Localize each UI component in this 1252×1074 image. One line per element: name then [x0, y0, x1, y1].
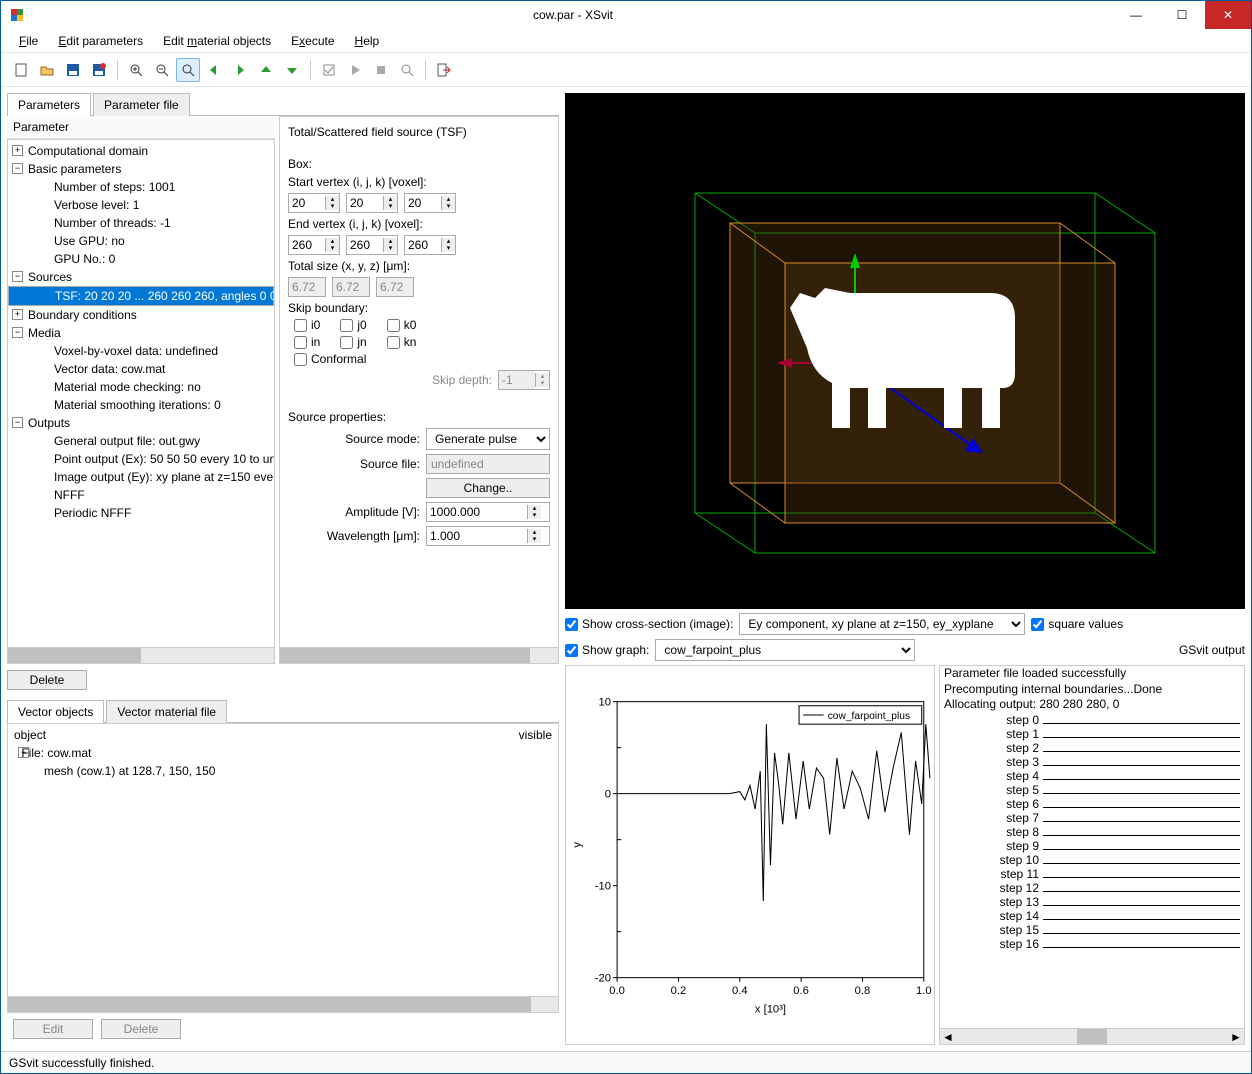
window-title: cow.par - XSvit [33, 8, 1113, 22]
new-icon[interactable] [9, 58, 33, 82]
save-icon[interactable] [61, 58, 85, 82]
svg-text:0.4: 0.4 [732, 985, 748, 997]
tree-hscroll[interactable] [8, 647, 274, 663]
end-i-input[interactable]: ▴▾ [288, 235, 340, 255]
svg-text:0: 0 [605, 789, 611, 801]
tab-parameter-file[interactable]: Parameter file [93, 93, 190, 116]
start-k-input[interactable]: ▴▾ [404, 193, 456, 213]
graph-xlabel: x [10³] [755, 1003, 786, 1015]
source-file-display [426, 454, 550, 474]
start-i-input[interactable]: ▴▾ [288, 193, 340, 213]
check-icon[interactable] [317, 58, 341, 82]
source-mode-select[interactable]: Generate pulse [426, 428, 550, 450]
show-cross-section-checkbox[interactable]: Show cross-section (image): [565, 617, 733, 631]
minimize-button[interactable]: — [1113, 1, 1159, 29]
obj-hscroll[interactable] [8, 996, 558, 1012]
parameter-tree[interactable]: +Computational domain −Basic parameters … [8, 140, 274, 647]
toolbar [1, 53, 1251, 87]
statusbar: GSvit successfully finished. [1, 1051, 1251, 1073]
menu-file[interactable]: File [9, 32, 48, 50]
svg-text:0.0: 0.0 [609, 985, 625, 997]
stop-icon[interactable] [369, 58, 393, 82]
edit-object-button[interactable]: Edit [13, 1019, 93, 1039]
detail-title: Total/Scattered field source (TSF) [288, 125, 550, 139]
tree-item-tsf[interactable]: TSF: 20 20 20 ... 260 260 260, angles 0 … [8, 286, 274, 306]
menubar: File Edit parameters Edit material objec… [1, 29, 1251, 53]
skip-i0-checkbox[interactable]: i0 [294, 318, 320, 332]
detail-panel: Total/Scattered field source (TSF) Box: … [279, 116, 559, 664]
nav-left-icon[interactable] [202, 58, 226, 82]
skip-depth-input: ▴▾ [498, 370, 550, 390]
amplitude-input[interactable]: ▴▾ [426, 502, 550, 522]
skip-kn-checkbox[interactable]: kn [387, 335, 417, 349]
change-button[interactable]: Change.. [426, 478, 550, 498]
total-y-display [332, 277, 370, 297]
svg-text:0.6: 0.6 [793, 985, 809, 997]
save-as-icon[interactable] [87, 58, 111, 82]
output-title: GSvit output [1179, 643, 1245, 657]
svg-text:0.8: 0.8 [855, 985, 871, 997]
cross-section-select[interactable]: Ey component, xy plane at z=150, ey_xypl… [739, 613, 1025, 635]
close-button[interactable]: ✕ [1205, 1, 1251, 29]
svg-text:-10: -10 [595, 881, 611, 893]
delete-button[interactable]: Delete [7, 670, 87, 690]
zoom-in-icon[interactable] [124, 58, 148, 82]
zoom-fit-icon[interactable] [176, 58, 200, 82]
detail-hscroll[interactable] [280, 647, 558, 663]
maximize-button[interactable]: ☐ [1159, 1, 1205, 29]
square-values-checkbox[interactable]: square values [1031, 617, 1123, 631]
menu-execute[interactable]: Execute [281, 32, 344, 50]
menu-edit-parameters[interactable]: Edit parameters [48, 32, 153, 50]
graph-panel: 10 0 -10 -20 0.0 0.2 0.4 0.6 0.8 1.0 [565, 665, 935, 1045]
output-hscroll[interactable]: ◄► [940, 1028, 1244, 1044]
svg-text:0.2: 0.2 [671, 985, 687, 997]
search-icon[interactable] [395, 58, 419, 82]
skip-jn-checkbox[interactable]: jn [340, 335, 366, 349]
graph-select[interactable]: cow_farpoint_plus [655, 639, 915, 661]
output-log: Parameter file loaded successfully Preco… [940, 666, 1244, 1028]
menu-help[interactable]: Help [345, 32, 390, 50]
show-graph-checkbox[interactable]: Show graph: [565, 643, 649, 657]
menu-edit-material-objects[interactable]: Edit material objects [153, 32, 281, 50]
titlebar: cow.par - XSvit — ☐ ✕ [1, 1, 1251, 29]
exit-icon[interactable] [432, 58, 456, 82]
total-x-display [288, 277, 326, 297]
tab-parameters[interactable]: Parameters [7, 93, 91, 116]
svg-text:10: 10 [598, 697, 611, 709]
delete-object-button[interactable]: Delete [101, 1019, 181, 1039]
skip-j0-checkbox[interactable]: j0 [340, 318, 366, 332]
play-icon[interactable] [343, 58, 367, 82]
total-z-display [376, 277, 414, 297]
end-j-input[interactable]: ▴▾ [346, 235, 398, 255]
start-j-input[interactable]: ▴▾ [346, 193, 398, 213]
zoom-out-icon[interactable] [150, 58, 174, 82]
vector-objects-tree[interactable]: − File: cow.mat mesh (cow.1) at 128.7, 1… [8, 742, 558, 996]
svg-text:1.0: 1.0 [916, 985, 932, 997]
tree-header: Parameter [7, 116, 275, 139]
conformal-checkbox[interactable]: Conformal [294, 352, 366, 366]
tab-vector-objects[interactable]: Vector objects [7, 700, 104, 723]
tab-vector-material-file[interactable]: Vector material file [106, 700, 227, 723]
nav-right-icon[interactable] [228, 58, 252, 82]
graph-legend: cow_farpoint_plus [828, 711, 910, 722]
skip-in-checkbox[interactable]: in [294, 335, 320, 349]
viewport-3d[interactable] [565, 93, 1245, 609]
wavelength-input[interactable]: ▴▾ [426, 526, 550, 546]
app-icon [9, 7, 25, 23]
end-k-input[interactable]: ▴▾ [404, 235, 456, 255]
graph-ylabel: y [571, 842, 583, 848]
skip-k0-checkbox[interactable]: k0 [387, 318, 417, 332]
open-icon[interactable] [35, 58, 59, 82]
nav-up-icon[interactable] [254, 58, 278, 82]
svg-text:-20: -20 [595, 973, 611, 985]
nav-down-icon[interactable] [280, 58, 304, 82]
